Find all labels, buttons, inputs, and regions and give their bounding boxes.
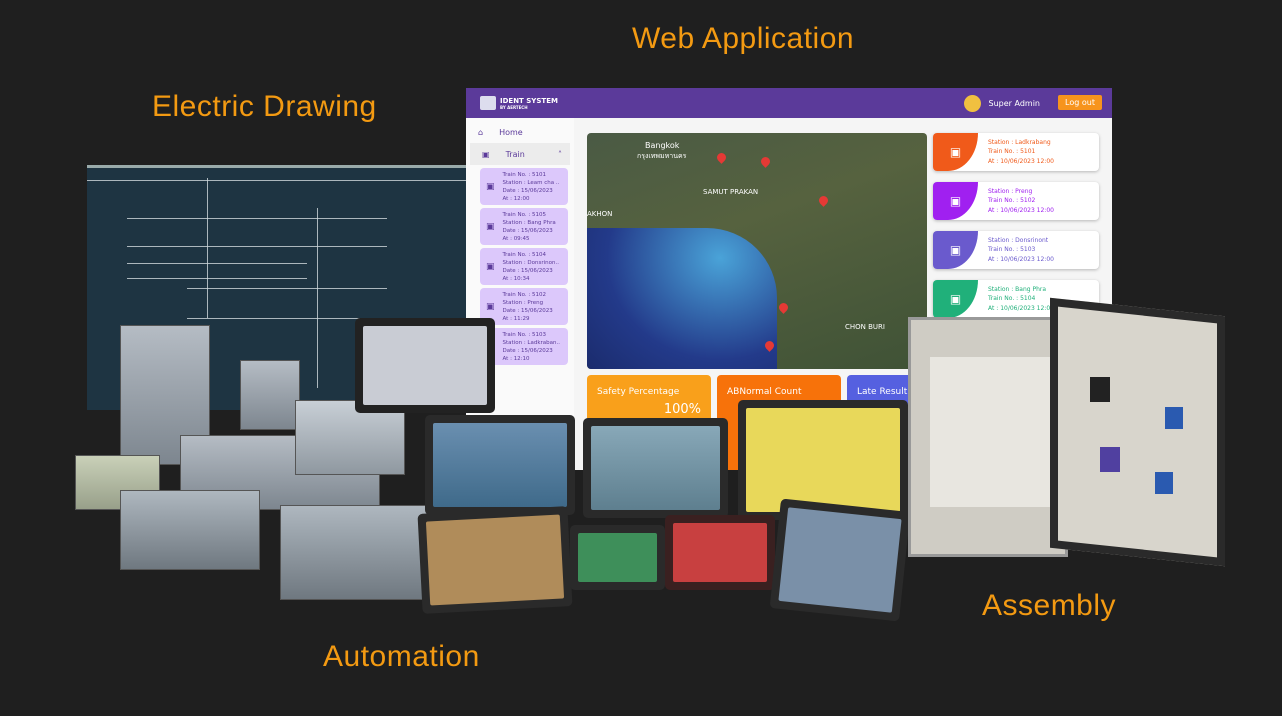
station-card[interactable]: ▣ Station : Ladkrabang Train No. : 5101 At … [933, 133, 1099, 171]
train-icon: ▣ [486, 301, 495, 312]
card-station: Station : Bang Phra [988, 285, 1047, 293]
card-station: Station : Donsrinont [988, 236, 1049, 244]
electric-drawing-label: Electric Drawing [152, 90, 377, 123]
stat-label: ABNormal Count [727, 387, 802, 397]
train-item-line: At : 12:10 [502, 355, 530, 362]
train-icon: ▣ [933, 133, 978, 171]
assembly-label: Assembly [982, 589, 1117, 622]
card-at: At : 10/06/2023 12:00 [988, 157, 1054, 165]
chevron-up-icon: ˄ [558, 149, 562, 159]
train-item-line: Train No. : 5101 [502, 171, 546, 178]
train-item-line: Date : 15/06/2023 [502, 307, 553, 314]
map-sea [587, 228, 777, 369]
home-label: Home [499, 127, 523, 137]
sidebar-train-item[interactable]: ▣ Train No. : 5105 Station : Bang Phra Date… [480, 208, 568, 245]
train-label: Train [505, 149, 525, 159]
train-icon: ▣ [486, 181, 495, 192]
map-label-nakhon: AKHON [587, 210, 613, 218]
train-item-line: Station : Leam cha .. [502, 179, 560, 186]
map-label-bangkok-th: กรุงเทพมหานคร [637, 152, 687, 160]
train-item-line: Station : Preng [502, 299, 544, 306]
stat-label: Safety Percentage [597, 387, 680, 397]
map-pin[interactable] [777, 301, 790, 314]
train-item-line: Train No. : 5103 [502, 331, 546, 338]
station-card[interactable]: ▣ Station : Donsrinont Train No. : 5103 At … [933, 231, 1099, 269]
train-item-line: At : 12:00 [502, 195, 530, 202]
map-pin[interactable] [759, 155, 772, 168]
home-icon: ⌂ [478, 127, 484, 137]
train-icon: ▣ [933, 231, 978, 269]
train-item-line: Station : Ladkraban.. [502, 339, 561, 346]
card-train: Train No. : 5101 [988, 148, 1036, 156]
card-station: Station : Preng [988, 187, 1033, 195]
train-item-line: At : 09:45 [502, 235, 530, 242]
sidebar-train-item[interactable]: ▣ Train No. : 5104 Station : Donsrinon.. Da… [480, 248, 568, 285]
train-item-line: Date : 15/06/2023 [502, 227, 553, 234]
train-item-line: Train No. : 5104 [502, 251, 546, 258]
train-item-line: Train No. : 5102 [502, 291, 546, 298]
map[interactable]: Bangkok กรุงเทพมหานคร SAMUT PRAKAN CHON … [587, 133, 927, 369]
avatar [963, 95, 981, 112]
user-name: Super Admin [988, 99, 1040, 108]
app-logo: IDENT SYSTEM BY AERTECH [480, 96, 558, 110]
train-icon: ▣ [482, 149, 490, 159]
automation-label: Automation [323, 640, 480, 673]
map-label-samut-prakan: SAMUT PRAKAN [703, 188, 759, 196]
user-menu[interactable]: Super Admin [963, 95, 1040, 112]
logo-title: IDENT SYSTEM [500, 96, 558, 105]
web-application-label: Web Application [632, 22, 855, 55]
sidebar-train-item[interactable]: ▣ Train No. : 5101 Station : Leam cha .. Da… [480, 168, 568, 205]
train-item-line: Station : Bang Phra [502, 219, 556, 226]
logout-button[interactable]: Log out [1058, 95, 1102, 110]
station-card[interactable]: ▣ Station : Preng Train No. : 5102 At : 10/… [933, 182, 1099, 220]
train-item-line: Station : Donsrinon.. [502, 259, 559, 266]
map-pin[interactable] [817, 194, 830, 207]
train-item-line: Date : 15/06/2023 [502, 347, 553, 354]
train-item-line: Train No. : 5105 [502, 211, 546, 218]
map-label-chon-buri: CHON BURI [845, 323, 885, 331]
train-logo-icon [480, 96, 496, 110]
train-icon: ▣ [933, 182, 978, 220]
sidebar-item-train[interactable]: ▣ Train ˄ [470, 143, 570, 165]
sidebar-item-home[interactable]: ⌂ Home [466, 121, 574, 143]
map-pin[interactable] [715, 151, 728, 164]
train-icon: ▣ [486, 221, 495, 232]
card-at: At : 10/06/2023 12:00 [988, 206, 1054, 214]
card-at: At : 10/06/2023 12:00 [988, 255, 1054, 263]
logo-subtitle: BY AERTECH [500, 104, 528, 110]
card-train: Train No. : 5103 [988, 246, 1036, 254]
stat-value: 100% [663, 402, 701, 417]
train-item-line: Date : 15/06/2023 [502, 187, 553, 194]
train-item-line: Date : 15/06/2023 [502, 267, 553, 274]
train-item-line: At : 10:34 [502, 275, 530, 282]
app-header: IDENT SYSTEM BY AERTECH Super Admin Log o… [466, 88, 1112, 118]
electrical-cabinet-image [900, 297, 1230, 567]
train-item-line: At : 11:29 [502, 315, 530, 322]
train-icon: ▣ [486, 261, 495, 272]
card-station: Station : Ladkrabang [988, 138, 1051, 146]
map-label-bangkok: Bangkok [645, 141, 680, 150]
card-train: Train No. : 5102 [988, 197, 1036, 205]
